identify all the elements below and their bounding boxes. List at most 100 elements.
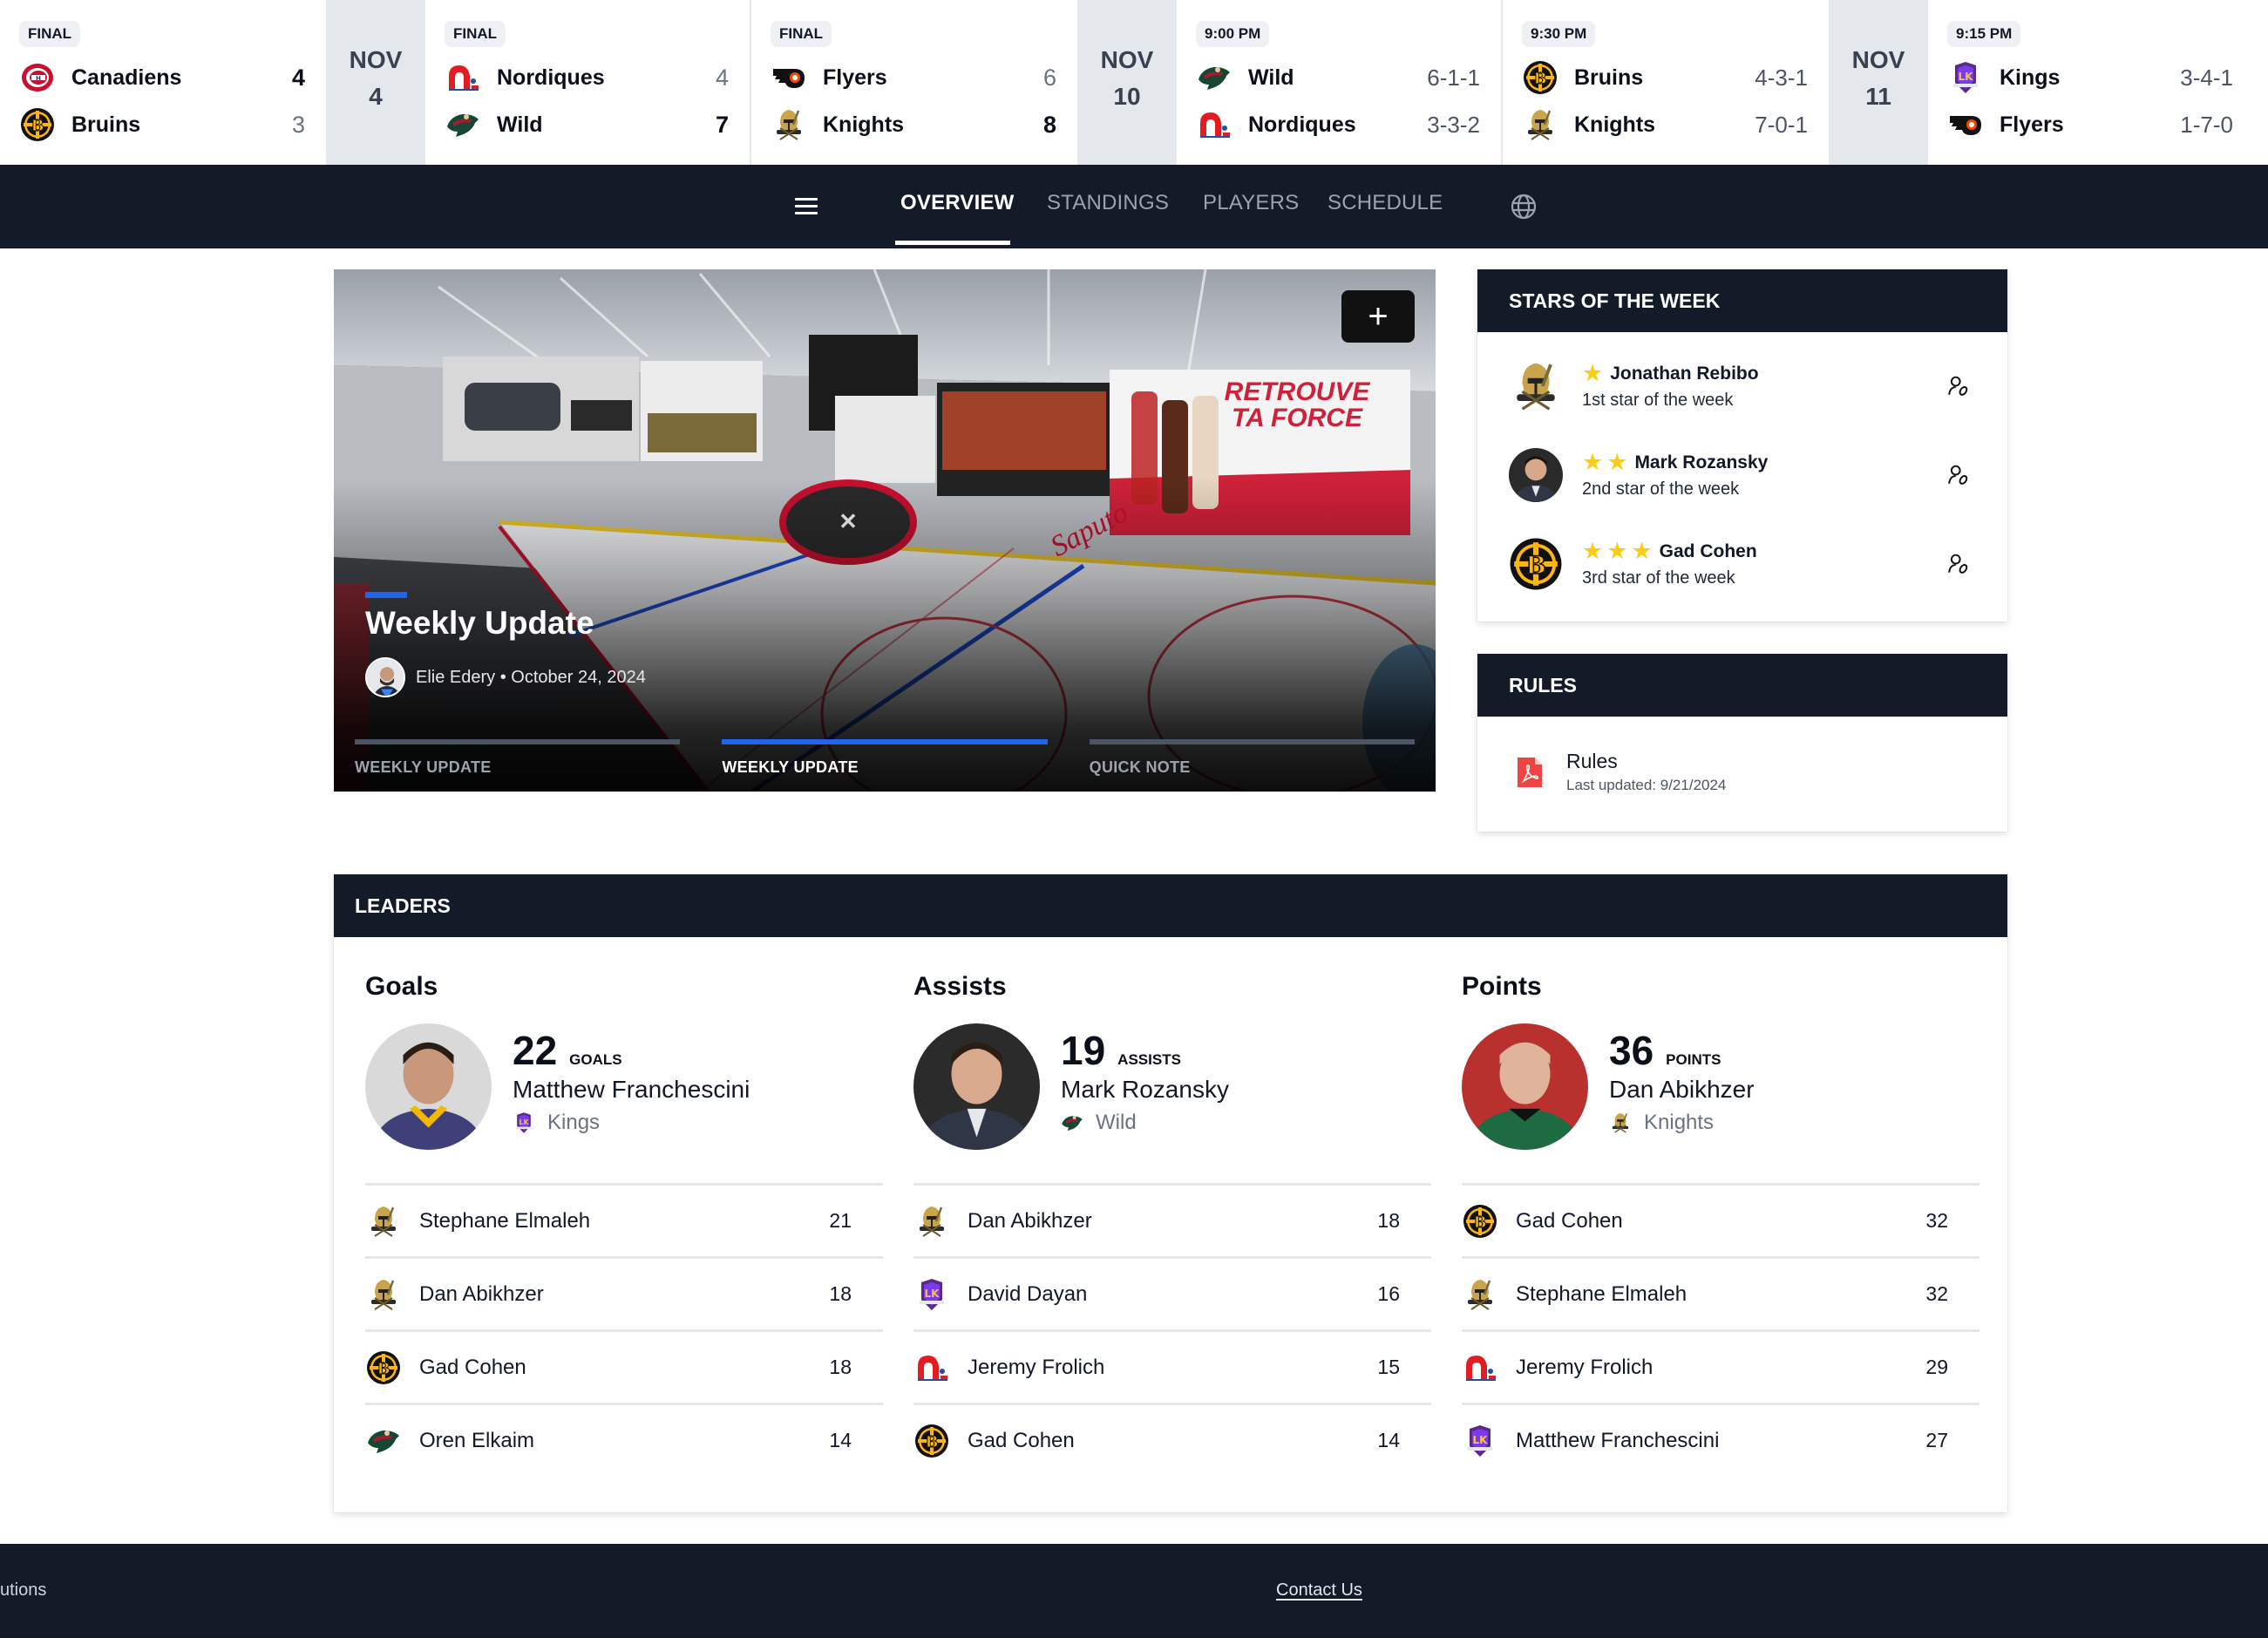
player-name: Dan Abikhzer bbox=[419, 1281, 544, 1306]
leader-list-item[interactable]: Gad Cohen 14 bbox=[913, 1403, 1431, 1476]
team-row: Nordiques 4 bbox=[445, 54, 729, 101]
leader-rank-list: Stephane Elmaleh 21 Dan Abikhzer 18 Gad Cohe… bbox=[365, 1183, 883, 1476]
hero-title[interactable]: Weekly Update bbox=[365, 605, 594, 642]
leader-photo bbox=[365, 1023, 492, 1150]
team-logo bbox=[1462, 1276, 1498, 1313]
leader-name[interactable]: Mark Rozansky bbox=[1061, 1076, 1229, 1104]
team-name: Kings bbox=[2000, 65, 2061, 90]
bruins-logo-icon bbox=[20, 107, 55, 142]
plus-icon[interactable]: + bbox=[1341, 290, 1415, 343]
team-record: 7-0-1 bbox=[1755, 111, 1808, 138]
game-card[interactable]: FINAL Nordiques 4 Wild 7 bbox=[425, 0, 751, 165]
leader-list-item[interactable]: Stephane Elmaleh 21 bbox=[365, 1183, 883, 1256]
game-card[interactable]: 9:00 PM Wild 6-1-1 Nordiques 3-3-2 bbox=[1177, 0, 1503, 165]
rules-document-link[interactable]: Rules Last updated: 9/21/2024 bbox=[1516, 750, 1726, 794]
globe-icon[interactable] bbox=[1510, 193, 1538, 221]
leader-list-item[interactable]: Stephane Elmaleh 32 bbox=[1462, 1256, 1979, 1329]
carousel-tabs: WEEKLY UPDATE WEEKLY UPDATE QUICK NOTE bbox=[355, 739, 1415, 777]
leader-team: Wild bbox=[1061, 1111, 1229, 1135]
star-player-name[interactable]: Gad Cohen bbox=[1660, 541, 1757, 562]
star-name-line: ★ ★ ★ Gad Cohen bbox=[1582, 540, 1941, 563]
player-name: Gad Cohen bbox=[968, 1428, 1075, 1452]
person-key-icon bbox=[1948, 376, 1968, 396]
kings-logo-icon bbox=[1948, 60, 1983, 95]
hero-meta: Elie Edery • October 24, 2024 bbox=[416, 667, 646, 687]
leader-list-item[interactable]: Oren Elkaim 14 bbox=[365, 1403, 883, 1476]
leader-name[interactable]: Matthew Franchescini bbox=[513, 1076, 750, 1104]
tab-standings[interactable]: STANDINGS bbox=[1047, 191, 1169, 215]
game-status-badge: 9:15 PM bbox=[1947, 21, 2021, 47]
tab-schedule[interactable]: SCHEDULE bbox=[1328, 191, 1443, 215]
flyers-logo-icon bbox=[771, 60, 806, 95]
leader-list-item[interactable]: Dan Abikhzer 18 bbox=[913, 1183, 1431, 1256]
game-card[interactable]: FINAL Flyers 6 Knights 8 bbox=[751, 0, 1077, 165]
game-card[interactable]: 9:15 PM Kings 3-4-1 Flyers 1-7-0 bbox=[1928, 0, 2254, 165]
game-status-badge: FINAL bbox=[445, 21, 506, 47]
leader-team-name: Kings bbox=[547, 1111, 601, 1134]
game-card[interactable]: 9:30 PM Bruins 4-3-1 Knights 7-0-1 bbox=[1503, 0, 1829, 165]
leader-list-item[interactable]: Jeremy Frolich 29 bbox=[1462, 1329, 1979, 1403]
footer: utions Contact Us bbox=[0, 1544, 2268, 1638]
contact-us-link[interactable]: Contact Us bbox=[1276, 1580, 1362, 1601]
main-nav: OVERVIEW STANDINGS PLAYERS SCHEDULE bbox=[0, 165, 2268, 248]
star-player-name[interactable]: Mark Rozansky bbox=[1634, 452, 1768, 473]
top-leader[interactable]: 36 POINTS Dan Abikhzer Knights bbox=[1462, 1023, 1755, 1150]
carousel-progress-bar bbox=[355, 739, 681, 744]
team-row: Flyers 1-7-0 bbox=[1947, 101, 2233, 148]
team-name: Wild bbox=[497, 112, 543, 137]
team-logo bbox=[1509, 537, 1563, 591]
top-leader[interactable]: 22 GOALS Matthew Franchescini Kings bbox=[365, 1023, 750, 1150]
footer-left-text[interactable]: utions bbox=[0, 1580, 46, 1601]
star-player-name[interactable]: Jonathan Rebibo bbox=[1610, 364, 1758, 384]
nordiques-logo-icon bbox=[1197, 107, 1232, 142]
stars-of-week-title: STARS OF THE WEEK bbox=[1477, 269, 2007, 332]
wild-logo-icon bbox=[445, 107, 480, 142]
leader-name[interactable]: Dan Abikhzer bbox=[1609, 1076, 1755, 1104]
date-month: NOV bbox=[1851, 45, 1905, 73]
hamburger-icon[interactable] bbox=[793, 194, 819, 219]
tab-players[interactable]: PLAYERS bbox=[1203, 191, 1299, 215]
view-profile-button[interactable] bbox=[1941, 547, 1976, 581]
knights-logo-icon bbox=[1509, 359, 1563, 413]
leaders-card: LEADERS Goals 22 GOALS Matthew Franchescini… bbox=[334, 874, 2007, 1512]
person-key-icon bbox=[1948, 465, 1968, 485]
kings-logo-icon bbox=[1463, 1424, 1497, 1458]
team-logo bbox=[1947, 59, 1984, 96]
leader-list-item[interactable]: Gad Cohen 18 bbox=[365, 1329, 883, 1403]
view-profile-button[interactable] bbox=[1941, 369, 1976, 404]
team-logo bbox=[1947, 106, 1984, 143]
star-icon: ★ bbox=[1606, 449, 1628, 475]
carousel-tab-1[interactable]: WEEKLY UPDATE bbox=[355, 739, 681, 777]
player-avatar bbox=[1509, 448, 1563, 502]
team-logo bbox=[913, 1276, 950, 1313]
leader-list-item[interactable]: David Dayan 16 bbox=[913, 1256, 1431, 1329]
leader-category-title: Points bbox=[1462, 972, 1542, 1001]
carousel-tab-3[interactable]: QUICK NOTE bbox=[1089, 739, 1415, 777]
nordiques-logo-icon bbox=[914, 1350, 949, 1385]
carousel-progress-bar bbox=[1089, 739, 1415, 744]
date-day: 10 bbox=[1113, 82, 1141, 110]
leader-list-item[interactable]: Dan Abikhzer 18 bbox=[365, 1256, 883, 1329]
player-stat-value: 14 bbox=[1377, 1429, 1400, 1451]
team-name: Nordiques bbox=[1248, 112, 1356, 137]
bruins-logo-icon bbox=[1509, 537, 1563, 591]
star-icon: ★ bbox=[1582, 538, 1604, 564]
leader-list-item[interactable]: Gad Cohen 32 bbox=[1462, 1183, 1979, 1256]
team-logo bbox=[1061, 1111, 1083, 1134]
team-logo bbox=[365, 1203, 402, 1240]
game-card[interactable]: FINAL Canadiens 4 Bruins 3 bbox=[0, 0, 326, 165]
leader-list-item[interactable]: Jeremy Frolich 15 bbox=[913, 1329, 1431, 1403]
leader-rank-list: Gad Cohen 32 Stephane Elmaleh 32 Jeremy Frol… bbox=[1462, 1183, 1979, 1476]
hero-carousel[interactable]: RETROUVE TA FORCE ✕ Saputo + Weekly Upda… bbox=[334, 269, 1436, 792]
team-name: Knights bbox=[1574, 112, 1656, 137]
wild-logo-icon bbox=[366, 1424, 401, 1458]
leaders-title: LEADERS bbox=[334, 874, 2007, 937]
carousel-tab-2[interactable]: WEEKLY UPDATE bbox=[722, 739, 1048, 777]
knights-logo-icon bbox=[1609, 1111, 1632, 1134]
leader-list-item[interactable]: Matthew Franchescini 27 bbox=[1462, 1403, 1979, 1476]
team-score: 6 bbox=[1042, 64, 1056, 91]
leader-info: 22 GOALS Matthew Franchescini Kings bbox=[513, 1023, 750, 1150]
tab-overview[interactable]: OVERVIEW bbox=[900, 191, 1015, 215]
view-profile-button[interactable] bbox=[1941, 458, 1976, 493]
top-leader[interactable]: 19 ASSISTS Mark Rozansky Wild bbox=[913, 1023, 1229, 1150]
